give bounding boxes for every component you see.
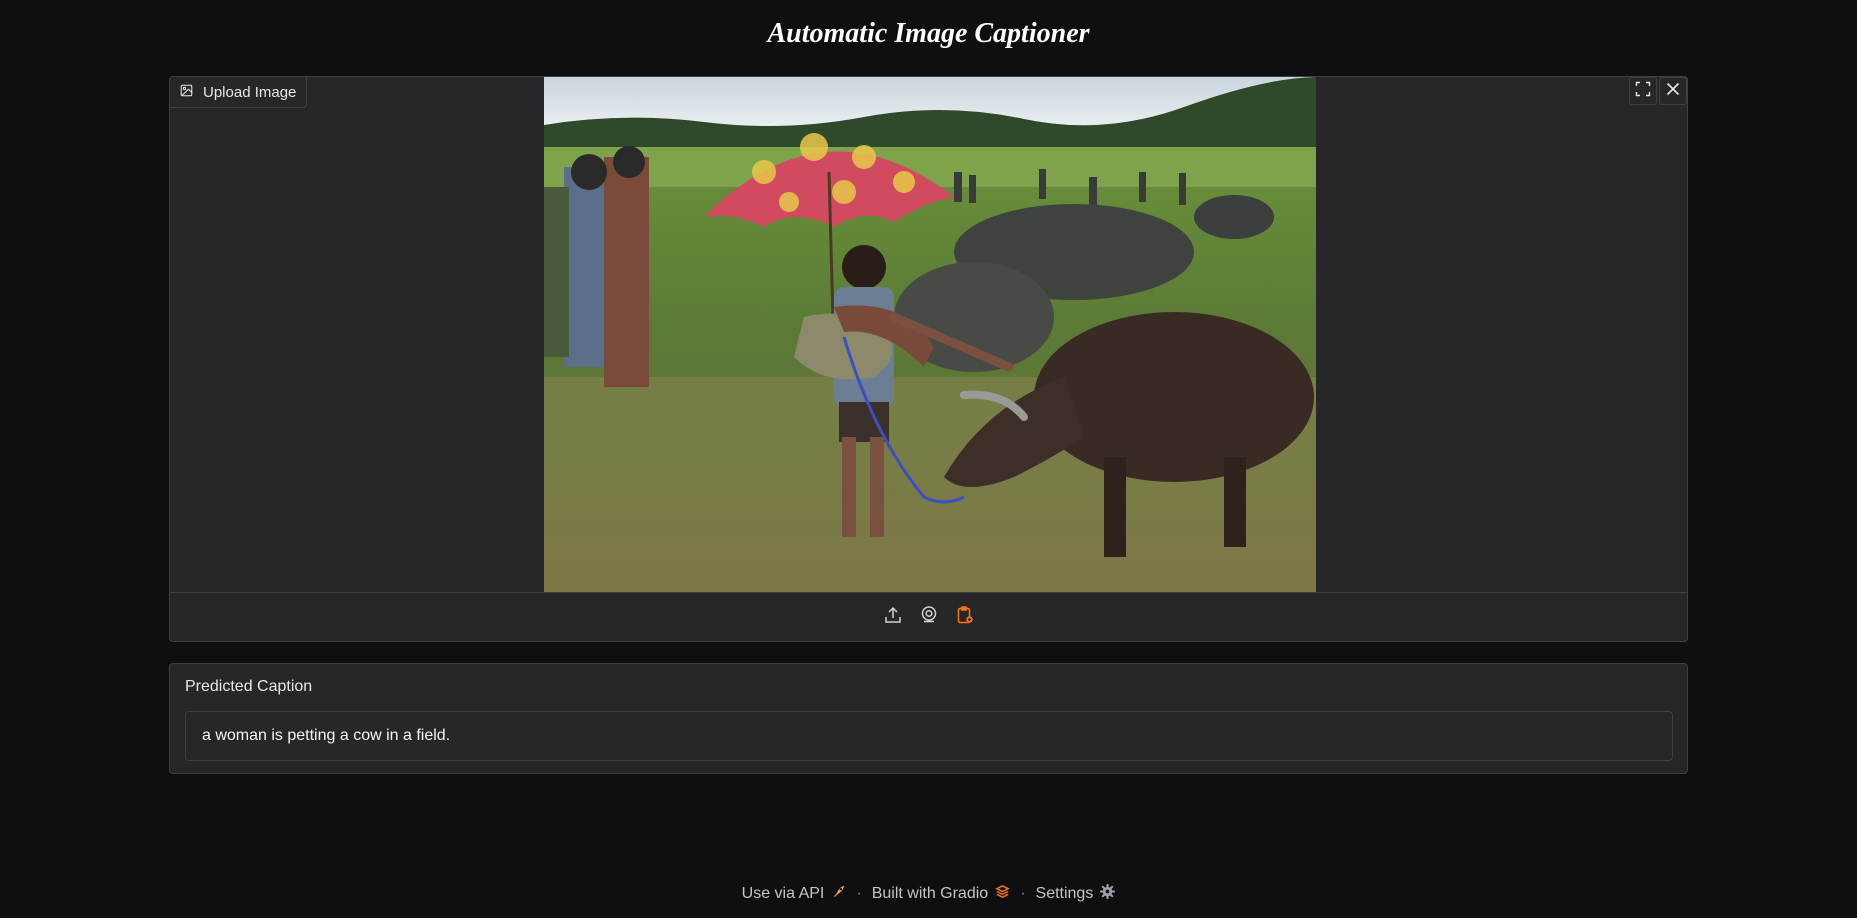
gear-icon: [1100, 883, 1116, 904]
caption-output-panel: Predicted Caption a woman is petting a c…: [169, 663, 1688, 774]
image-icon: [180, 84, 193, 101]
footer: Use via API · Built with Gradio · Settin…: [0, 883, 1857, 904]
use-via-api-link[interactable]: Use via API: [742, 884, 847, 904]
close-icon: [1665, 81, 1681, 102]
built-with-gradio-link[interactable]: Built with Gradio: [872, 884, 1011, 904]
app-title: Automatic Image Captioner: [767, 18, 1090, 49]
upload-button[interactable]: [881, 606, 905, 630]
image-input-panel[interactable]: Upload Image: [169, 76, 1688, 642]
upload-image-label: Upload Image: [203, 83, 297, 101]
settings-label: Settings: [1035, 885, 1094, 902]
webcam-button[interactable]: [917, 606, 941, 630]
caption-textbox[interactable]: a woman is petting a cow in a field.: [185, 711, 1673, 761]
footer-separator: ·: [856, 885, 862, 902]
clipboard-button[interactable]: [953, 606, 977, 630]
settings-link[interactable]: Settings: [1035, 883, 1116, 904]
use-via-api-label: Use via API: [741, 885, 825, 902]
image-source-toolbar: [170, 592, 1687, 641]
rocket-icon: [831, 884, 846, 904]
uploaded-photo: [544, 77, 1316, 592]
footer-separator: ·: [1020, 885, 1026, 902]
fullscreen-button[interactable]: [1629, 77, 1657, 105]
webcam-icon: [919, 605, 939, 630]
caption-text: a woman is petting a cow in a field.: [202, 727, 451, 744]
caption-label: Predicted Caption: [185, 678, 313, 695]
built-with-gradio-label: Built with Gradio: [871, 885, 989, 902]
fullscreen-icon: [1635, 81, 1651, 102]
clipboard-paste-icon: [955, 605, 975, 630]
clear-button[interactable]: [1659, 77, 1687, 105]
image-input-label: Upload Image: [170, 77, 308, 108]
upload-icon: [883, 605, 903, 630]
gradio-logo-icon: [995, 884, 1010, 904]
